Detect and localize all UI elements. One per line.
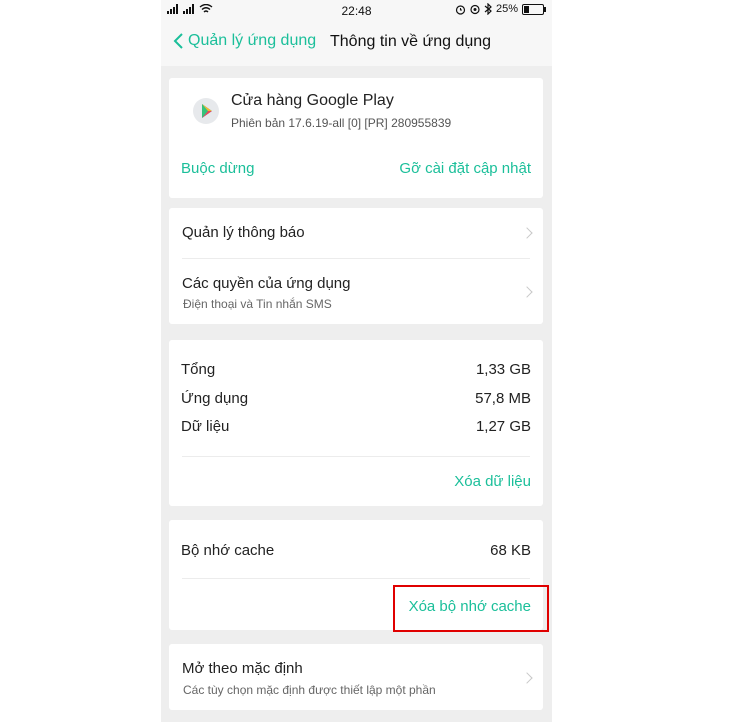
cache-value: 68 KB: [490, 542, 531, 559]
notifications-row[interactable]: Quản lý thông báo: [169, 208, 543, 258]
notifications-label: Quản lý thông báo: [182, 224, 305, 241]
open-by-default-sub: Các tùy chọn mặc định được thiết lập một…: [183, 683, 436, 697]
app-name: Cửa hàng Google Play: [231, 92, 394, 109]
settings-card: Quản lý thông báo Các quyền của ứng dụng…: [169, 208, 543, 324]
uninstall-updates-button[interactable]: Gỡ cài đặt cập nhật: [399, 160, 531, 177]
highlight-box: [393, 585, 549, 632]
battery-icon: [522, 3, 546, 15]
google-play-icon: [193, 98, 219, 124]
title-bar: Quản lý ứng dụng Thông tin về ứng dụng: [161, 22, 552, 66]
bluetooth-icon: [484, 3, 492, 15]
chevron-right-icon: [521, 672, 533, 684]
chevron-right-icon: [521, 227, 533, 239]
location-icon: [470, 4, 480, 14]
permissions-row[interactable]: Các quyền của ứng dụng Điện thoại và Tin…: [169, 259, 543, 324]
chevron-left-icon: [173, 33, 183, 49]
divider: [182, 578, 530, 579]
storage-app-label: Ứng dụng: [181, 390, 249, 407]
open-by-default-label: Mở theo mặc định: [182, 660, 303, 677]
storage-data-label: Dữ liệu: [181, 418, 230, 435]
back-button[interactable]: Quản lý ứng dụng: [173, 32, 316, 50]
back-label: Quản lý ứng dụng: [188, 32, 317, 49]
storage-card: Tổng 1,33 GB Ứng dụng 57,8 MB Dữ liệu 1,…: [169, 340, 543, 506]
alarm-icon: [455, 4, 466, 15]
app-info-card: Cửa hàng Google Play Phiên bản 17.6.19-a…: [169, 78, 543, 198]
force-stop-button[interactable]: Buộc dừng: [181, 160, 254, 177]
storage-app-value: 57,8 MB: [475, 390, 531, 407]
battery-percent: 25%: [495, 3, 518, 15]
status-bar: 22:48 25%: [161, 0, 552, 22]
battery-level: [524, 5, 529, 13]
cache-label: Bộ nhớ cache: [181, 542, 275, 559]
page-title: Thông tin về ứng dụng: [330, 33, 492, 50]
clear-data-button[interactable]: Xóa dữ liệu: [454, 473, 531, 490]
storage-total-label: Tổng: [181, 361, 216, 378]
storage-total-value: 1,33 GB: [475, 361, 531, 378]
chevron-right-icon: [521, 286, 533, 298]
status-right-icons: 25%: [455, 3, 546, 15]
open-by-default-card[interactable]: Mở theo mặc định Các tùy chọn mặc định đ…: [169, 644, 543, 710]
permissions-label: Các quyền của ứng dụng: [182, 275, 351, 292]
permissions-sub: Điện thoại và Tin nhắn SMS: [183, 297, 332, 311]
storage-data-value: 1,27 GB: [475, 418, 531, 435]
app-version: Phiên bản 17.6.19-all [0] [PR] 280955839: [231, 116, 452, 130]
divider: [182, 456, 530, 457]
